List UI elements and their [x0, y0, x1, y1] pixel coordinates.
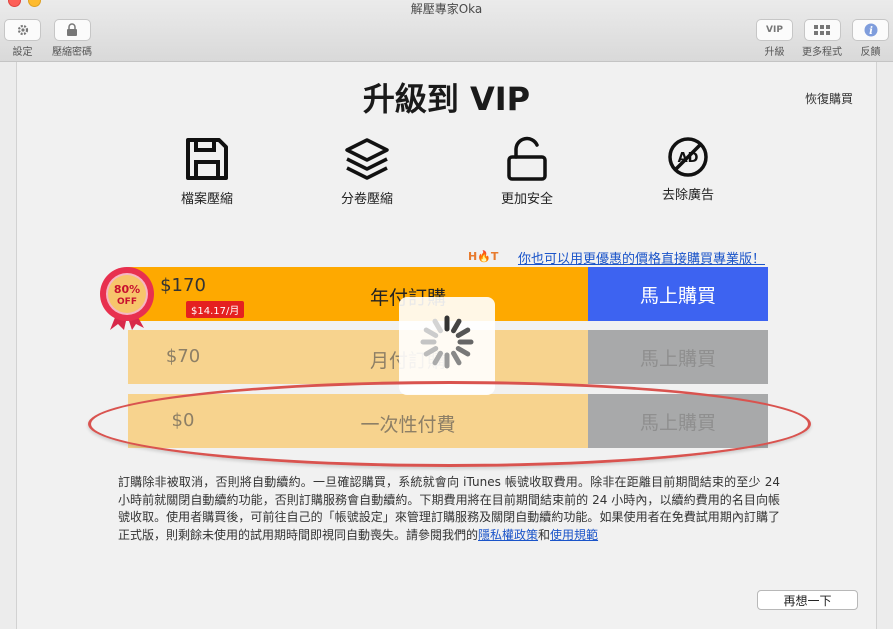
plan-name: 一次性付費 — [360, 414, 456, 436]
plan-price: $70 — [165, 346, 201, 367]
page-title: 升級到 VIP — [362, 80, 531, 118]
spinner-icon — [420, 315, 474, 369]
feature-label: 更加安全 — [500, 192, 553, 207]
feature-file-compress: 檔案壓縮 — [152, 136, 262, 207]
feature-label: 檔案壓縮 — [180, 192, 233, 207]
plan-lifetime: $0 一次性付費 馬上購買 — [128, 394, 768, 448]
buy-yearly-button[interactable]: 馬上購買 — [588, 267, 768, 321]
badge-percent: 80% — [114, 283, 140, 296]
more-apps-button[interactable]: 更多程式 — [800, 19, 844, 58]
loading-overlay — [399, 297, 495, 395]
plan-price: $0 — [171, 410, 195, 431]
svg-text:AD: AD — [678, 151, 699, 166]
restore-purchase-link[interactable]: 恢復購買 — [805, 90, 853, 107]
save-icon — [186, 138, 228, 180]
plan-price: $170 — [160, 275, 206, 296]
plan-yearly-info: $170 $14.17/月 年付訂購 — [128, 267, 588, 321]
maybe-later-button[interactable]: 再想一下 — [757, 590, 858, 610]
feature-label: 去除廣告 — [661, 188, 714, 203]
terms-of-use-link[interactable]: 使用規範 — [550, 528, 598, 542]
feature-label: 分卷壓縮 — [340, 192, 393, 207]
password-label: 壓縮密碼 — [52, 47, 92, 58]
privacy-policy-link[interactable]: 隱私權政策 — [478, 528, 538, 542]
lock-icon — [67, 23, 77, 36]
upgrade-button[interactable]: VIP 升級 — [756, 19, 793, 58]
svg-text:i: i — [869, 26, 873, 37]
settings-button[interactable]: 設定 — [4, 19, 41, 58]
grid-icon — [814, 25, 830, 35]
unlock-icon — [507, 136, 547, 181]
buy-lifetime-button[interactable]: 馬上購買 — [588, 394, 768, 448]
promo-link[interactable]: 你也可以用更優惠的價格直接購買專業版！ — [518, 248, 765, 267]
discount-badge-icon: 80% OFF — [100, 267, 154, 330]
layers-icon — [345, 138, 389, 180]
app-window: 解壓專家Oka 設定 壓縮密碼 VIP 升級 更多程式 i 反饋 升級到 VIP… — [0, 0, 893, 629]
window-title: 解壓專家Oka — [410, 2, 483, 16]
title-bar: 解壓專家Oka 設定 壓縮密碼 VIP 升級 更多程式 i 反饋 — [0, 0, 893, 62]
feature-security: 更加安全 — [472, 136, 582, 207]
password-button[interactable]: 壓縮密碼 — [52, 19, 92, 58]
plan-monthly-info: $70 月付訂購 — [128, 330, 588, 384]
feature-remove-ads: AD 去除廣告 — [633, 136, 743, 203]
more-apps-label: 更多程式 — [802, 47, 842, 58]
terms-and: 和 — [538, 527, 551, 542]
subscription-terms: 訂購除非被取消，否則將自動續約。一旦確認購買，系統就會向 iTunes 帳號收取… — [118, 474, 780, 544]
no-ad-icon: AD — [668, 137, 708, 177]
buy-monthly-button[interactable]: 馬上購買 — [588, 330, 768, 384]
terms-text: 訂購除非被取消，否則將自動續約。一旦確認購買，系統就會向 iTunes 帳號收取… — [118, 475, 780, 542]
info-icon: i — [864, 23, 877, 37]
hot-icon: H🔥T — [468, 250, 499, 263]
settings-label: 設定 — [12, 47, 33, 58]
badge-off: OFF — [117, 297, 137, 307]
monthly-price-badge: $14.17/月 — [186, 301, 245, 318]
feedback-button[interactable]: i 反饋 — [852, 19, 889, 58]
upgrade-label: 升級 — [764, 47, 785, 58]
feature-split-compress: 分卷壓縮 — [312, 136, 422, 207]
gear-icon — [17, 24, 28, 36]
vip-icon: VIP — [756, 19, 793, 41]
feedback-label: 反饋 — [860, 47, 881, 58]
plan-lifetime-info: $0 一次性付費 — [128, 394, 588, 448]
